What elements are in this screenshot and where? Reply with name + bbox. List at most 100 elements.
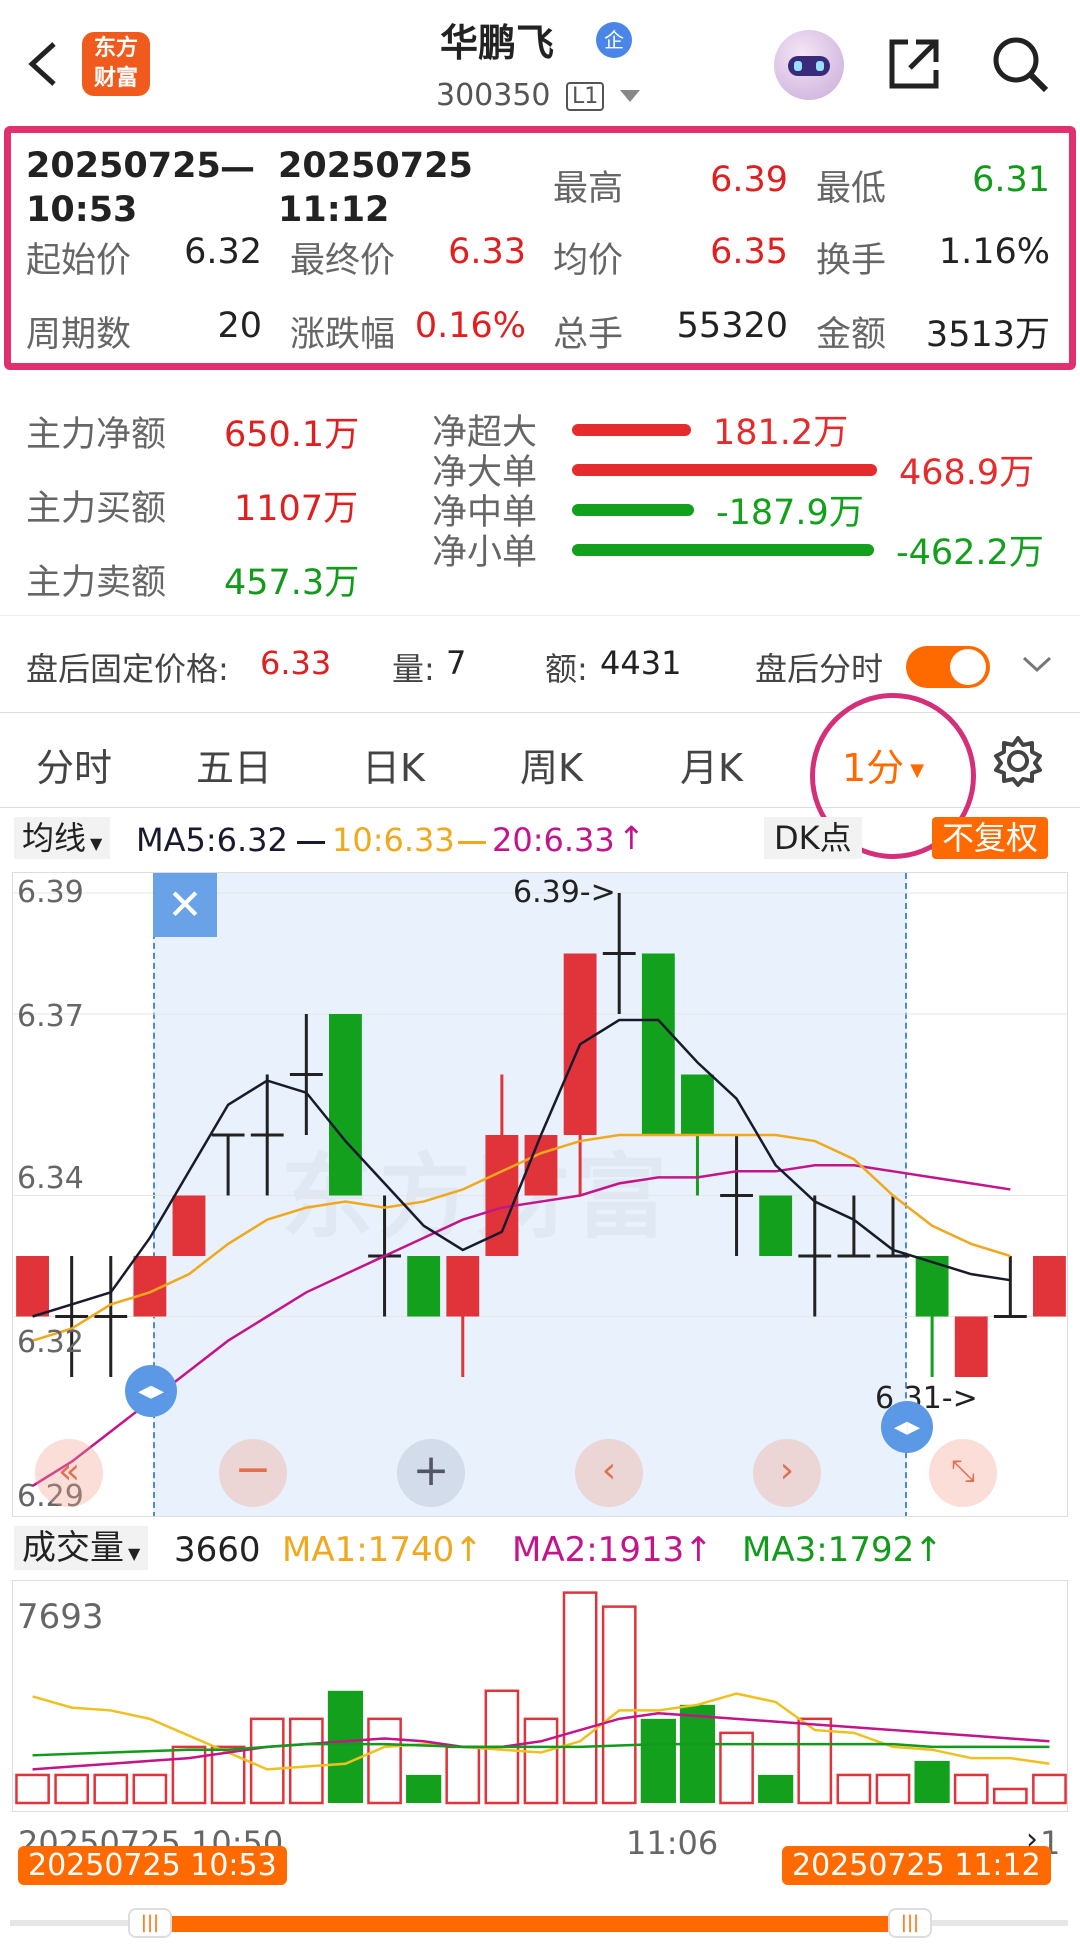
amount-value: 3513万 bbox=[925, 315, 1050, 355]
volume-bar bbox=[640, 1718, 676, 1803]
tab-rik[interactable]: 日K bbox=[362, 737, 425, 792]
prev-icon[interactable]: ‹ bbox=[575, 1439, 643, 1507]
volume-bar bbox=[679, 1704, 716, 1803]
avg-value: 6.35 bbox=[710, 232, 788, 272]
flow-bar-value: 181.2万 bbox=[713, 413, 849, 453]
candle-body bbox=[954, 1316, 988, 1377]
volume-bar bbox=[562, 1591, 598, 1805]
net-label: 主力净额 bbox=[26, 415, 167, 455]
volume-selector-label: 成交量 bbox=[22, 1528, 124, 1568]
after-qty-label: 量: bbox=[392, 650, 435, 688]
left-handle-icon[interactable]: ◂▸ bbox=[125, 1365, 177, 1417]
end-time: 20250725 11:12 bbox=[278, 146, 473, 230]
level-badge[interactable]: L1 bbox=[566, 82, 605, 111]
share-icon[interactable] bbox=[886, 36, 942, 92]
close-selection-button[interactable]: ✕ bbox=[153, 873, 217, 937]
start-time: 20250725 10:53 bbox=[26, 146, 221, 230]
turnover-value: 1.16% bbox=[938, 232, 1050, 272]
next-icon[interactable]: › bbox=[753, 1439, 821, 1507]
toggle-knob bbox=[950, 649, 986, 685]
settings-gear-icon[interactable] bbox=[992, 735, 1044, 787]
range-start-label: 20250725 10:53 bbox=[18, 1846, 287, 1885]
zoom-in-icon[interactable]: + bbox=[397, 1439, 465, 1507]
tab-zhouk[interactable]: 周K bbox=[520, 737, 583, 792]
volume-bar bbox=[1032, 1773, 1067, 1805]
volume-svg bbox=[15, 1591, 1067, 1805]
low-value: 6.31 bbox=[972, 160, 1050, 200]
dk-point-button[interactable]: DK点 bbox=[764, 817, 862, 859]
ma5-value: MA5:6.32 bbox=[136, 821, 288, 859]
volume-bar bbox=[601, 1605, 637, 1805]
capital-flow: 主力净额 650.1万 主力买额 1107万 主力卖额 457.3万 净超大 18… bbox=[0, 390, 1080, 610]
candle-body bbox=[446, 1256, 480, 1317]
turnover-label: 换手 bbox=[816, 241, 887, 281]
candle-body bbox=[1033, 1256, 1066, 1317]
sell-value: 457.3万 bbox=[224, 563, 360, 603]
search-icon[interactable] bbox=[990, 34, 1050, 94]
candle-body bbox=[759, 1195, 793, 1256]
caret-down-icon: ▼ bbox=[128, 1544, 141, 1563]
stock-code: 300350 bbox=[436, 78, 551, 113]
volume-bar bbox=[523, 1717, 559, 1805]
vma2-text: MA2:1913 bbox=[512, 1530, 685, 1570]
candle-body bbox=[172, 1195, 206, 1256]
ma10-dash bbox=[458, 841, 486, 844]
volume-chart[interactable]: 7693 bbox=[12, 1580, 1068, 1812]
robot-assistant-icon[interactable] bbox=[774, 30, 844, 100]
after-hours-row: 盘后固定价格: 6.33 量: 7 额: 4431 盘后分时 bbox=[0, 615, 1080, 710]
change-value: 0.16% bbox=[414, 306, 526, 346]
ma5-dash bbox=[297, 841, 325, 844]
expand-chevron-icon[interactable] bbox=[1022, 654, 1052, 674]
scroll-left-double-icon[interactable]: « bbox=[35, 1439, 103, 1507]
volume-bar bbox=[327, 1690, 364, 1803]
close-label: 最终价 bbox=[290, 241, 396, 281]
open-value: 6.32 bbox=[184, 232, 262, 272]
tab-yuek[interactable]: 月K bbox=[680, 737, 743, 792]
amount-label: 金额 bbox=[816, 315, 887, 355]
back-arrow-icon[interactable] bbox=[22, 38, 62, 88]
tab-wuri[interactable]: 五日 bbox=[196, 737, 272, 792]
buy-label: 主力买额 bbox=[26, 489, 167, 529]
ma-selector-label: 均线 bbox=[22, 819, 87, 857]
volume-bar bbox=[54, 1773, 90, 1805]
fq-button[interactable]: 不复权 bbox=[932, 817, 1049, 859]
after-hours-toggle[interactable] bbox=[906, 646, 990, 688]
vma1-text: MA1:1740 bbox=[282, 1530, 455, 1570]
after-toggle-label: 盘后分时 bbox=[755, 650, 884, 688]
flow-bar bbox=[572, 464, 877, 476]
after-qty-value: 7 bbox=[446, 644, 467, 682]
vma2-value: MA2:1913↑ bbox=[512, 1530, 713, 1570]
volume-bar bbox=[445, 1745, 481, 1805]
app-logo: 东方 财富 bbox=[82, 32, 150, 96]
volume-bar bbox=[288, 1717, 324, 1805]
net-value: 650.1万 bbox=[224, 415, 360, 455]
tab-fenshi[interactable]: 分时 bbox=[36, 737, 112, 792]
range-end-handle[interactable]: ||| bbox=[888, 1908, 932, 1938]
volume-selector[interactable]: 成交量 ▼ bbox=[14, 1526, 149, 1570]
right-handle-icon[interactable]: ◂▸ bbox=[881, 1401, 933, 1453]
after-amt-label: 额: bbox=[545, 650, 588, 688]
range-start-handle[interactable]: ||| bbox=[128, 1908, 172, 1938]
periods-value: 20 bbox=[217, 306, 262, 346]
high-annotation: 6.39-> bbox=[513, 875, 616, 910]
flow-bar-label: 净小单 bbox=[432, 533, 538, 573]
price-chart[interactable]: 东方财富 6.39 6.37 6.34 6.32 6.29 6.39-> 6.3… bbox=[12, 872, 1068, 1517]
volume-bar bbox=[132, 1773, 168, 1805]
fullscreen-icon[interactable]: ⤡ bbox=[929, 1439, 997, 1507]
high-label: 最高 bbox=[553, 169, 624, 209]
ma-selector[interactable]: 均线 ▼ bbox=[14, 817, 111, 859]
axis-label-6.32: 6.32 bbox=[17, 1325, 84, 1360]
range-dash: — bbox=[220, 148, 255, 188]
volume-bar bbox=[875, 1773, 911, 1805]
zoom-out-icon[interactable]: − bbox=[219, 1439, 287, 1507]
dropdown-caret-icon[interactable] bbox=[620, 90, 640, 102]
volume-bar bbox=[914, 1760, 950, 1803]
after-price-value: 6.33 bbox=[260, 644, 332, 682]
time-axis-mid: 11:06 bbox=[626, 1824, 719, 1862]
volume-bar bbox=[992, 1787, 1028, 1805]
ma10-value: 10:6.33 bbox=[332, 821, 455, 859]
vma3-text: MA3:1792 bbox=[742, 1530, 915, 1570]
dk-point-label: DK点 bbox=[774, 819, 852, 857]
next-page-arrow-icon[interactable]: › bbox=[1026, 1822, 1062, 1862]
axis-label-6.39: 6.39 bbox=[17, 875, 84, 910]
